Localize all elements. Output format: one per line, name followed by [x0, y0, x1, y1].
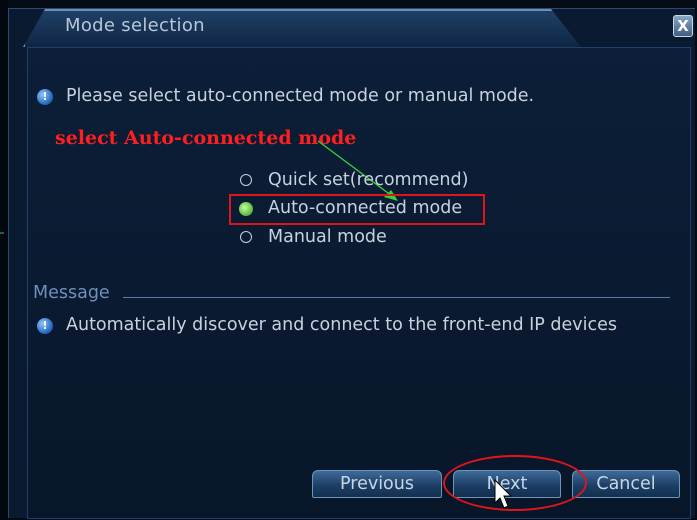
mouse-cursor-icon	[494, 478, 513, 509]
